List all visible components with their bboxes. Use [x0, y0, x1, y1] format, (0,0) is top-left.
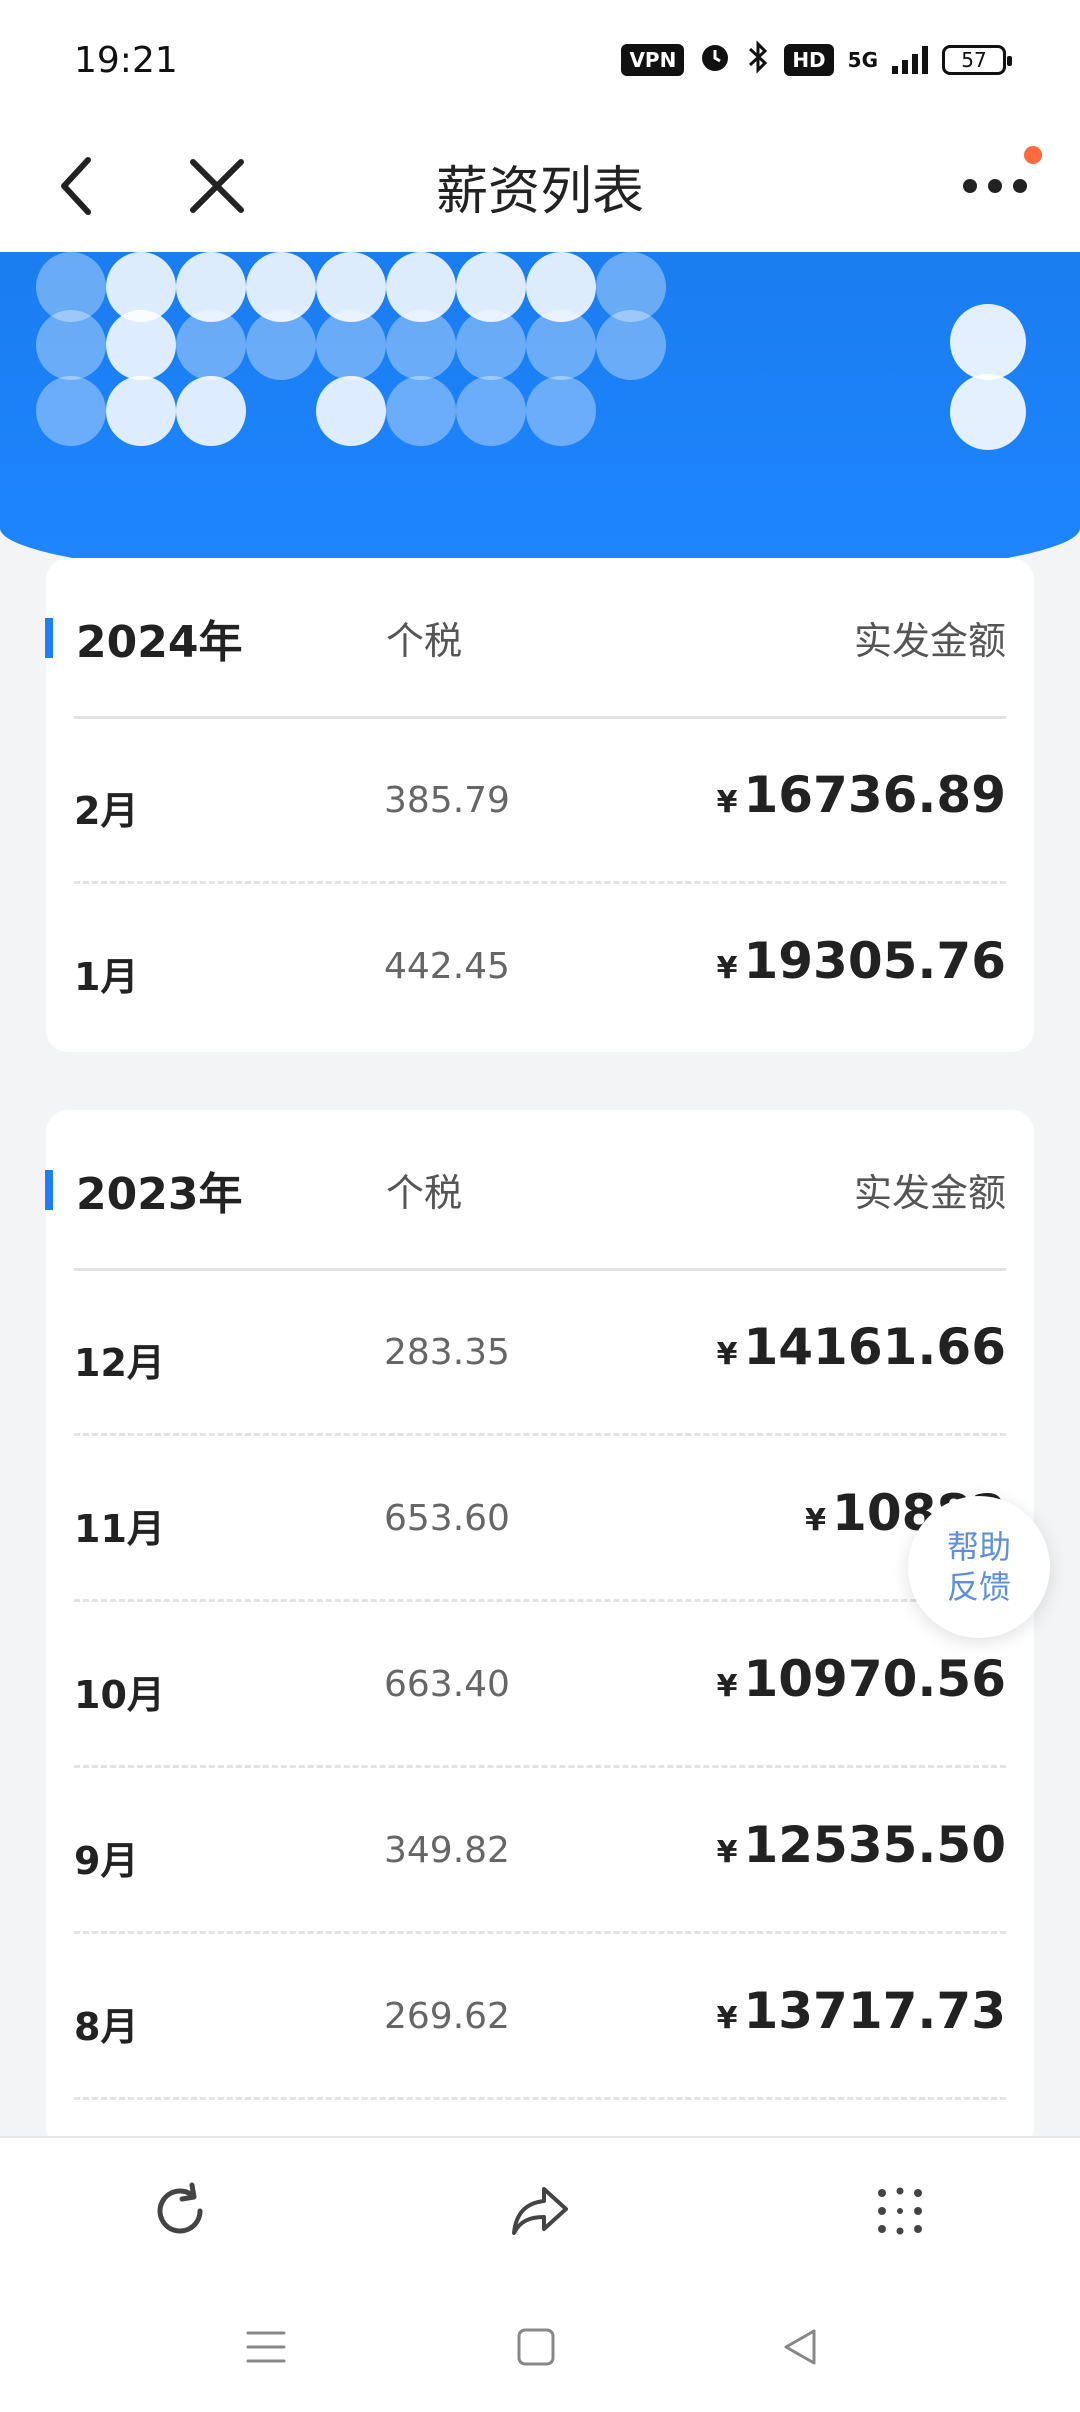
net-amount: ¥ 13717.73 [717, 1982, 1006, 2040]
currency-symbol: ¥ [805, 1503, 827, 1538]
refresh-button[interactable] [100, 2138, 260, 2284]
more-icon [963, 179, 1027, 193]
year-label: 2024年 [76, 617, 243, 668]
net-pay-column-header: 实发金额 [853, 619, 1006, 663]
salary-row[interactable]: 12月 283.35 ¥ 14161.66 [74, 1270, 1006, 1436]
net-amount: ¥ 12535.50 [717, 1816, 1006, 1874]
bluetooth-icon [746, 39, 770, 81]
tax-value: 653.60 [384, 1498, 510, 1539]
status-icons: VPN HD 5G 57 [621, 39, 1012, 81]
net-amount: ¥ 14161.66 [717, 1318, 1006, 1376]
currency-symbol: ¥ [716, 1835, 738, 1870]
tax-value: 663.40 [384, 1664, 510, 1705]
page-title: 薪资列表 [435, 161, 644, 222]
currency-symbol: ¥ [716, 785, 738, 820]
year-accent-bar [45, 1170, 53, 1210]
amount-value: 14161.66 [743, 1318, 1006, 1376]
month-label: 8月 [74, 2005, 139, 2049]
month-label: 2月 [74, 789, 139, 833]
salary-row[interactable]: 11月 653.60 ¥ 10882 [74, 1436, 1006, 1602]
vpn-badge: VPN [621, 44, 685, 76]
amount-value: 16736.89 [743, 766, 1006, 824]
tax-value: 385.79 [384, 780, 510, 821]
redacted-avatar [930, 304, 1050, 450]
nav-bar: 薪资列表 [0, 120, 1080, 252]
help-label: 帮助 [946, 1528, 1011, 1566]
tax-value: 269.62 [384, 1996, 510, 2037]
recents-icon [246, 2331, 286, 2363]
apps-icon [878, 2187, 922, 2235]
help-feedback-button[interactable]: 帮助 反馈 [908, 1496, 1050, 1638]
year-card-2023: 2023年 个税 实发金额 12月 283.35 ¥ 14161.66 11月 … [45, 1110, 1034, 2150]
refresh-icon [157, 2182, 203, 2234]
signal-icon [892, 46, 928, 74]
salary-row[interactable]: 10月 663.40 ¥ 10970.56 [74, 1602, 1006, 1768]
currency-symbol: ¥ [716, 2001, 738, 2036]
tax-value: 349.82 [384, 1830, 510, 1871]
currency-symbol: ¥ [716, 1337, 738, 1372]
home-icon [517, 2328, 555, 2366]
salary-row[interactable]: 8月 269.62 ¥ 13717.73 [74, 1934, 1006, 2100]
net-pay-column-header: 实发金额 [853, 1171, 1006, 1215]
amount-value: 19305.76 [743, 932, 1006, 990]
amount-value: 13717.73 [743, 1982, 1006, 2040]
system-back-button[interactable] [730, 2282, 870, 2412]
tax-column-header: 个税 [386, 619, 463, 663]
month-label: 11月 [74, 1507, 165, 1551]
card-header: 2023年 个税 实发金额 [45, 1110, 1034, 1271]
share-button[interactable] [460, 2138, 620, 2284]
network-label: 5G [847, 48, 878, 72]
share-icon [512, 2187, 568, 2235]
bottom-toolbar [0, 2136, 1080, 2282]
month-label: 9月 [74, 1839, 139, 1883]
tax-column-header: 个税 [386, 1171, 463, 1215]
system-nav-bar [0, 2282, 1080, 2412]
battery-indicator: 57 [942, 45, 1012, 75]
currency-symbol: ¥ [716, 951, 738, 986]
net-amount: ¥ 19305.76 [717, 932, 1006, 990]
tax-value: 283.35 [384, 1332, 510, 1373]
alarm-icon [698, 40, 732, 81]
status-bar: 19:21 VPN HD 5G 57 [0, 0, 1080, 120]
tax-value: 442.45 [384, 946, 510, 987]
amount-value: 12535.50 [743, 1816, 1006, 1874]
salary-row[interactable]: 2月 385.79 ¥ 16736.89 [74, 718, 1006, 884]
year-accent-bar [45, 618, 53, 658]
year-card-2024: 2024年 个税 实发金额 2月 385.79 ¥ 16736.89 1月 44… [45, 558, 1034, 1052]
row-divider [74, 2097, 1006, 2100]
amount-value: 10970.56 [743, 1650, 1006, 1708]
profile-header [0, 252, 1080, 588]
redacted-info-row [36, 376, 596, 446]
net-amount: ¥ 10970.56 [717, 1650, 1006, 1708]
month-label: 10月 [74, 1673, 165, 1717]
net-amount: ¥ 16736.89 [717, 766, 1006, 824]
year-label: 2023年 [76, 1169, 243, 1220]
salary-row[interactable]: 9月 349.82 ¥ 12535.50 [74, 1768, 1006, 1934]
recents-button[interactable] [196, 2282, 336, 2412]
more-button[interactable] [940, 120, 1050, 252]
feedback-label: 反馈 [946, 1568, 1011, 1606]
hd-badge: HD [784, 44, 834, 76]
notification-dot [1024, 146, 1042, 164]
back-triangle-icon [784, 2329, 816, 2365]
salary-row[interactable]: 1月 442.45 ¥ 19305.76 [74, 884, 1006, 1050]
month-label: 12月 [74, 1341, 165, 1385]
apps-button[interactable] [820, 2138, 980, 2284]
redacted-info-row [36, 310, 666, 380]
currency-symbol: ¥ [716, 1669, 738, 1704]
home-button[interactable] [466, 2282, 606, 2412]
status-time: 19:21 [74, 39, 178, 81]
month-label: 1月 [74, 955, 139, 999]
card-header: 2024年 个税 实发金额 [45, 558, 1034, 719]
